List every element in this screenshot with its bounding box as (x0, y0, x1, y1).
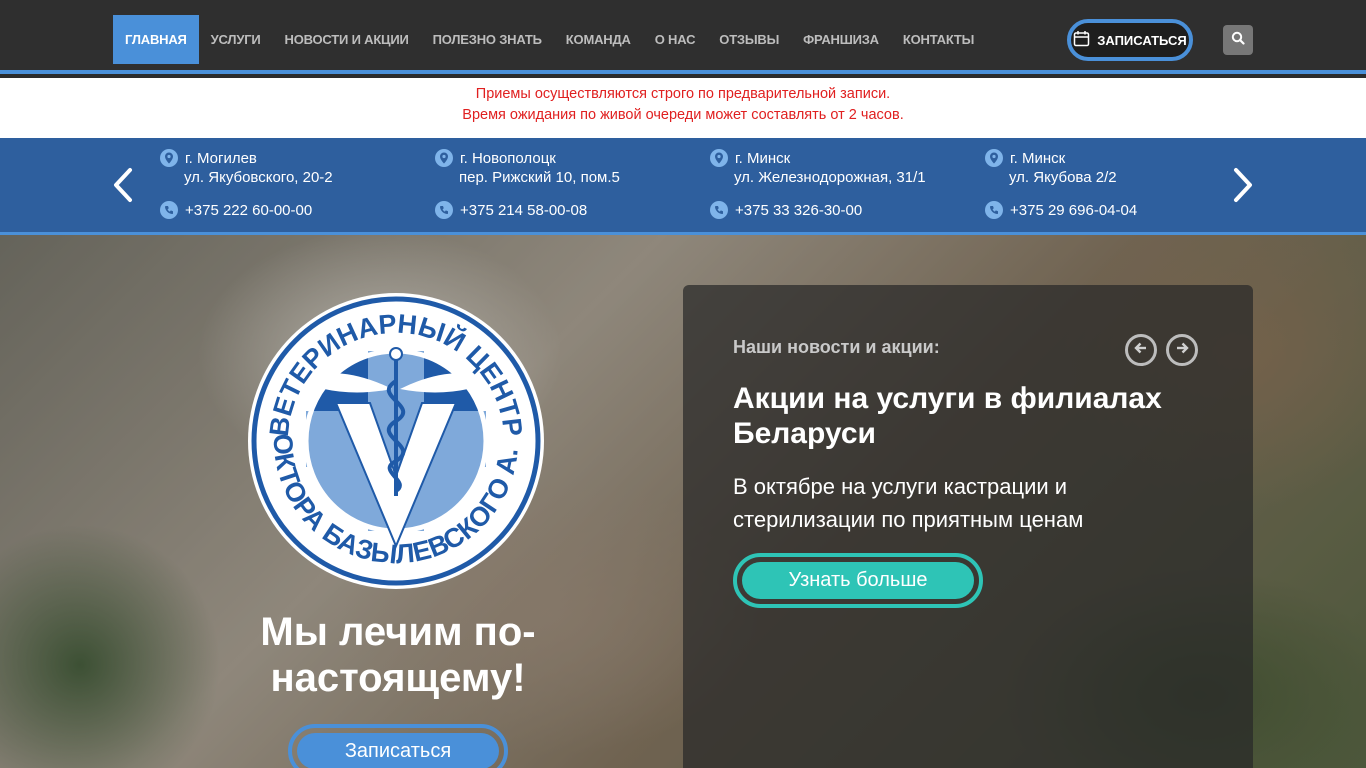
notice-line-2: Время ожидания по живой очереди может со… (462, 107, 904, 123)
nav-item-franchise[interactable]: ФРАНШИЗА (791, 15, 891, 64)
nav-item-about[interactable]: О НАС (643, 15, 708, 64)
branch-street: ул. Якубовского, 20-2 (184, 169, 333, 186)
main-menu: ГЛАВНАЯ УСЛУГИ НОВОСТИ И АКЦИИ ПОЛЕЗНО З… (113, 15, 986, 64)
branch-phone[interactable]: +375 222 60-00-00 (185, 202, 312, 219)
phone-icon (985, 201, 1003, 219)
branch-street: пер. Рижский 10, пом.5 (459, 169, 620, 186)
learn-more-label: Узнать больше (742, 562, 974, 599)
top-navigation-bar: ГЛАВНАЯ УСЛУГИ НОВОСТИ И АКЦИИ ПОЛЕЗНО З… (0, 0, 1366, 74)
nav-item-home[interactable]: ГЛАВНАЯ (113, 15, 199, 64)
book-appointment-button[interactable]: ЗАПИСАТЬСЯ (1067, 19, 1193, 61)
news-description: В октябре на услуги кастрации и стерилиз… (733, 474, 1084, 532)
nav-item-useful[interactable]: ПОЛЕЗНО ЗНАТЬ (421, 15, 554, 64)
phone-icon (160, 201, 178, 219)
phone-icon (435, 201, 453, 219)
location-pin-icon (710, 149, 728, 167)
news-next-button[interactable] (1166, 334, 1198, 366)
phone-icon (710, 201, 728, 219)
appointment-notice: Приемы осуществляются строго по предвари… (0, 78, 1366, 138)
nav-item-news[interactable]: НОВОСТИ И АКЦИИ (273, 15, 421, 64)
branches-carousel: г. Могилев ул. Якубовского, 20-2 +375 22… (0, 138, 1366, 235)
notice-line-1: Приемы осуществляются строго по предвари… (475, 86, 891, 102)
branch-city: г. Минск (1010, 149, 1066, 167)
hero-slogan: Мы лечим по-настоящему! (260, 610, 536, 700)
search-icon (1231, 31, 1245, 50)
news-heading: Наши новости и акции: (733, 337, 940, 357)
nav-item-services[interactable]: УСЛУГИ (199, 15, 273, 64)
news-title[interactable]: Акции на услуги в филиалах Беларуси (733, 381, 1213, 451)
chevron-left-icon (108, 168, 138, 209)
location-pin-icon (435, 149, 453, 167)
branch-phone[interactable]: +375 33 326-30-00 (735, 202, 862, 219)
news-prev-button[interactable] (1125, 334, 1157, 366)
branch-city: г. Новополоцк (460, 149, 556, 167)
branch-street: ул. Якубова 2/2 (1009, 169, 1117, 186)
book-appointment-label: ЗАПИСАТЬСЯ (1097, 32, 1187, 48)
news-panel: Наши новости и акции: Акции на услуги в … (683, 285, 1253, 768)
hero-book-label: Записаться (297, 733, 499, 768)
calendar-icon (1073, 30, 1090, 50)
nav-item-reviews[interactable]: ОТЗЫВЫ (707, 15, 791, 64)
clinic-logo: ВЕТЕРИНАРНЫЙ ЦЕНТР ДОКТОРА БАЗЫЛЕВСКОГО … (236, 267, 546, 591)
location-pin-icon (160, 149, 178, 167)
nav-item-contacts[interactable]: КОНТАКТЫ (891, 15, 986, 64)
arrow-right-icon (1175, 341, 1189, 360)
branch-city: г. Могилев (185, 149, 257, 167)
branch-street: ул. Железнодорожная, 31/1 (734, 169, 926, 186)
branches-next-arrow[interactable] (1228, 165, 1258, 205)
hero-section: ВЕТЕРИНАРНЫЙ ЦЕНТР ДОКТОРА БАЗЫЛЕВСКОГО … (0, 235, 1366, 768)
branches-prev-arrow[interactable] (108, 165, 138, 205)
branch-phone[interactable]: +375 214 58-00-08 (460, 202, 587, 219)
branch-phone[interactable]: +375 29 696-04-04 (1010, 202, 1137, 219)
chevron-right-icon (1228, 168, 1258, 209)
nav-item-team[interactable]: КОМАНДА (554, 15, 643, 64)
branch-city: г. Минск (735, 149, 791, 167)
search-button[interactable] (1223, 25, 1253, 55)
arrow-left-icon (1134, 341, 1148, 360)
location-pin-icon (985, 149, 1003, 167)
learn-more-button[interactable]: Узнать больше (733, 553, 983, 608)
hero-book-button[interactable]: Записаться (288, 724, 508, 768)
